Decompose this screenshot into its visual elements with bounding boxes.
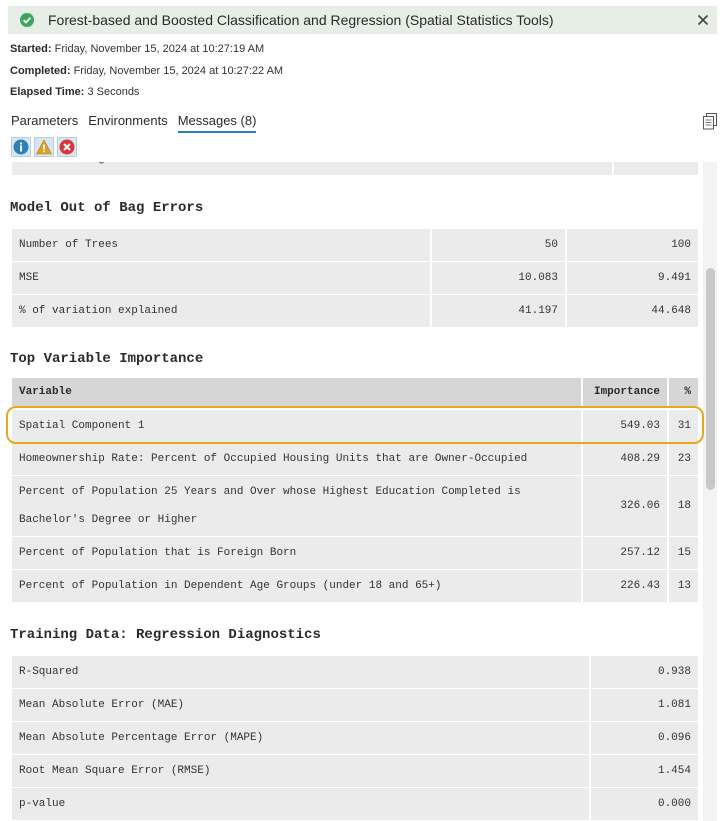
elapsed-label: Elapsed Time: bbox=[10, 86, 85, 98]
table-row-value: 10 bbox=[614, 162, 698, 175]
section-title-importance: Top Variable Importance bbox=[10, 351, 204, 367]
column-header-percent: % bbox=[669, 378, 698, 406]
oob-row-label: % of variation explained bbox=[12, 295, 430, 327]
copy-icon[interactable] bbox=[702, 113, 718, 130]
scrollbar[interactable] bbox=[703, 162, 717, 821]
tab-bar: Parameters Environments Messages (8) bbox=[11, 113, 257, 133]
section-title-diagnostics: Training Data: Regression Diagnostics bbox=[10, 627, 321, 643]
messages-panel[interactable]: % of Training Data Excluded for Validati… bbox=[0, 162, 703, 821]
importance-row-percent: 18 bbox=[669, 476, 698, 536]
importance-row-percent: 13 bbox=[669, 570, 698, 602]
title-bar: Forest-based and Boosted Classification … bbox=[8, 6, 717, 34]
oob-row-value: 41.197 bbox=[432, 295, 565, 327]
oob-row-value: 10.083 bbox=[432, 262, 565, 294]
completed-value: Friday, November 15, 2024 at 10:27:22 AM bbox=[73, 65, 284, 77]
elapsed-line: Elapsed Time: 3 Seconds bbox=[10, 86, 139, 98]
elapsed-value: 3 Seconds bbox=[87, 86, 140, 98]
warning-filter-button[interactable] bbox=[34, 137, 54, 157]
error-icon bbox=[59, 139, 75, 155]
importance-row-variable: Homeownership Rate: Percent of Occupied … bbox=[12, 443, 581, 475]
table-row-label: % of Training Data Excluded for Validati… bbox=[12, 162, 612, 175]
tab-environments[interactable]: Environments bbox=[88, 113, 167, 133]
oob-row-value: 50 bbox=[432, 229, 565, 261]
started-label: Started: bbox=[10, 43, 52, 55]
section-title-oob: Model Out of Bag Errors bbox=[10, 200, 204, 216]
importance-row-variable: Spatial Component 1 bbox=[12, 410, 581, 442]
importance-row-value: 326.06 bbox=[583, 476, 667, 536]
diagnostic-row-value: 0.096 bbox=[591, 722, 698, 754]
diagnostic-row-value: 1.454 bbox=[591, 755, 698, 787]
oob-row-value: 44.648 bbox=[567, 295, 698, 327]
window-title: Forest-based and Boosted Classification … bbox=[48, 12, 554, 28]
completed-line: Completed: Friday, November 15, 2024 at … bbox=[10, 65, 283, 77]
importance-row-percent: 31 bbox=[669, 410, 698, 442]
success-check-icon bbox=[20, 13, 34, 27]
close-button[interactable] bbox=[689, 6, 717, 34]
importance-row-value: 226.43 bbox=[583, 570, 667, 602]
warning-icon bbox=[36, 139, 52, 155]
message-filters bbox=[11, 137, 77, 157]
column-header-variable: Variable bbox=[12, 378, 581, 406]
started-line: Started: Friday, November 15, 2024 at 10… bbox=[10, 43, 264, 55]
importance-row-variable: Percent of Population in Dependent Age G… bbox=[12, 570, 581, 602]
tab-messages[interactable]: Messages (8) bbox=[177, 113, 257, 133]
importance-row-variable: Percent of Population 25 Years and Over … bbox=[12, 476, 581, 536]
importance-row-value: 549.03 bbox=[583, 410, 667, 442]
completed-label: Completed: bbox=[10, 65, 71, 77]
error-filter-button[interactable] bbox=[57, 137, 77, 157]
scrollbar-thumb[interactable] bbox=[706, 268, 715, 490]
diagnostic-row-value: 0.938 bbox=[591, 656, 698, 688]
diagnostic-row-label: p-value bbox=[12, 788, 589, 820]
importance-row-variable: Percent of Population that is Foreign Bo… bbox=[12, 537, 581, 569]
oob-row-label: Number of Trees bbox=[12, 229, 430, 261]
diagnostic-row-label: Mean Absolute Error (MAE) bbox=[12, 689, 589, 721]
started-value: Friday, November 15, 2024 at 10:27:19 AM bbox=[54, 43, 265, 55]
close-icon bbox=[697, 14, 709, 26]
importance-row-value: 408.29 bbox=[583, 443, 667, 475]
tab-parameters[interactable]: Parameters bbox=[11, 113, 78, 133]
diagnostic-row-label: R-Squared bbox=[12, 656, 589, 688]
importance-row-percent: 23 bbox=[669, 443, 698, 475]
oob-row-value: 9.491 bbox=[567, 262, 698, 294]
importance-row-percent: 15 bbox=[669, 537, 698, 569]
diagnostic-row-label: Mean Absolute Percentage Error (MAPE) bbox=[12, 722, 589, 754]
diagnostic-row-value: 0.000 bbox=[591, 788, 698, 820]
info-icon bbox=[13, 139, 29, 155]
diagnostic-row-value: 1.081 bbox=[591, 689, 698, 721]
column-header-importance: Importance bbox=[583, 378, 667, 406]
importance-row-value: 257.12 bbox=[583, 537, 667, 569]
diagnostic-row-label: Root Mean Square Error (RMSE) bbox=[12, 755, 589, 787]
oob-row-label: MSE bbox=[12, 262, 430, 294]
oob-row-value: 100 bbox=[567, 229, 698, 261]
info-filter-button[interactable] bbox=[11, 137, 31, 157]
